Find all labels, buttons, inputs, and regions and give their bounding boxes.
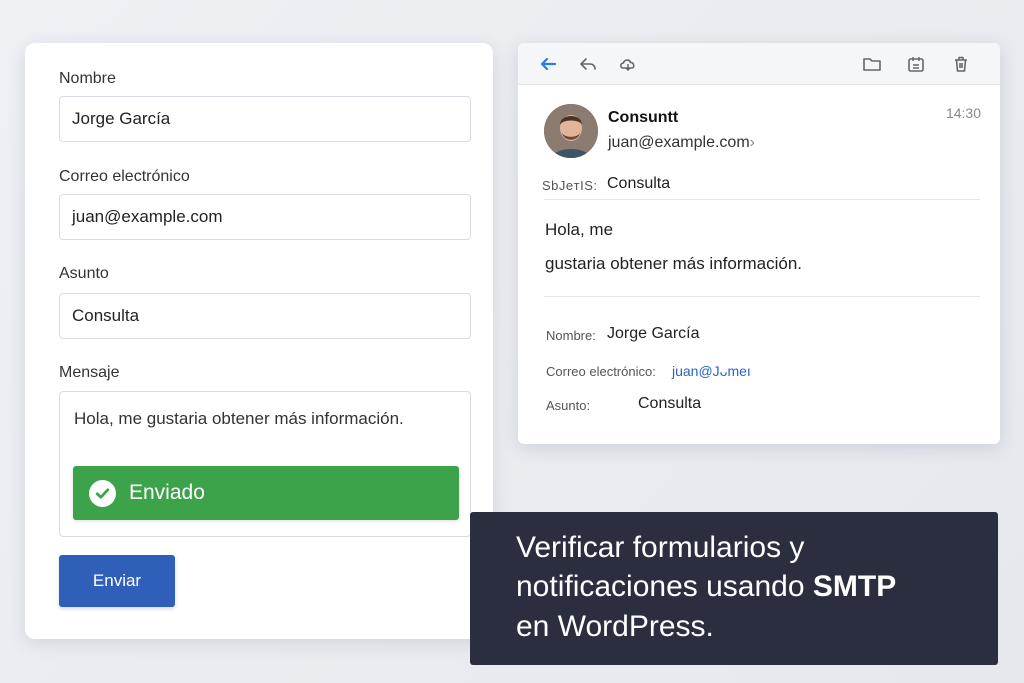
email-label: Correo electrónico	[59, 168, 190, 185]
meta-subject-value: Consulta	[638, 395, 702, 412]
meta-name-value: Jorge García	[607, 325, 700, 342]
caption-line-2-text: notificaciones usando	[516, 570, 813, 603]
reply-icon[interactable]	[577, 53, 599, 75]
caption-banner: Verificar formularios y notificaciones u…	[470, 512, 998, 665]
divider	[544, 199, 980, 200]
email-time: 14:30	[945, 105, 981, 121]
message-label: Mensaje	[59, 364, 120, 381]
back-arrow-icon[interactable]	[537, 53, 559, 75]
email-toolbar	[518, 43, 1000, 85]
meta-name-label: Nombre:	[546, 328, 596, 343]
archive-icon[interactable]	[905, 53, 927, 75]
email-body-line-1: Hola, me	[545, 220, 614, 239]
message-textarea[interactable]: Hola, me gustaria obtener más informació…	[59, 391, 471, 537]
message-text: Hola, me gustaria obtener más informació…	[74, 409, 404, 428]
name-input[interactable]: Jorge García	[59, 96, 471, 142]
caption-smtp: SMTP	[812, 570, 897, 603]
sent-label: Enviado	[129, 481, 205, 504]
sender-email-suffix: ›	[749, 134, 755, 151]
caption-line-2: notificaciones usando SMTP	[516, 570, 896, 604]
meta-email-label: Correo electrónico:	[546, 364, 656, 379]
subject-label: Asunto	[59, 265, 109, 282]
meta-subject-label: Asunto:	[546, 398, 591, 413]
trash-icon[interactable]	[950, 53, 972, 75]
contact-form-card: Nombre Jorge García Correo electrónico j…	[25, 43, 493, 639]
caption-line-1: Verificar formularios y	[516, 531, 805, 564]
sent-status-banner: Enviado	[73, 466, 459, 520]
email-subject-label: SbJeтIS:	[542, 178, 598, 193]
folder-icon[interactable]	[861, 53, 883, 75]
email-subject-value: Consulta	[607, 175, 671, 192]
sender-email: juan@example.com›	[608, 134, 755, 152]
check-circle-icon	[89, 479, 116, 507]
meta-email-link[interactable]: juan@Jᴗmeı	[672, 363, 751, 379]
email-input[interactable]: juan@example.com	[59, 194, 471, 240]
subject-input[interactable]: Consulta	[59, 293, 471, 339]
sender-avatar	[544, 104, 598, 158]
email-body-line-2: gustaria obtener más información.	[545, 254, 803, 273]
divider	[544, 296, 980, 297]
cloud-icon[interactable]	[617, 53, 639, 75]
email-preview-card: Consuntt juan@example.com› 14:30 SbJeтIS…	[518, 43, 1000, 444]
caption-line-3: en WordPress.	[516, 610, 714, 643]
sender-email-address: juan@example.com	[608, 134, 750, 151]
sender-name: Consuntt	[608, 109, 679, 126]
name-label: Nombre	[59, 70, 116, 87]
send-button[interactable]: Enviar	[59, 555, 175, 607]
